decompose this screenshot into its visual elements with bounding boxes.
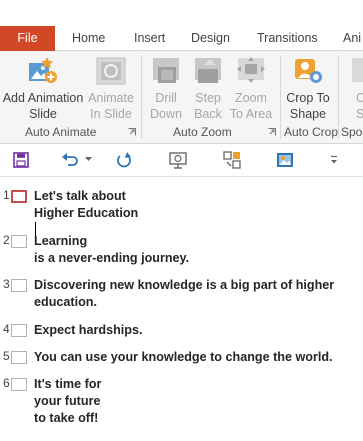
- add-animation-label-1: Add Animation: [2, 91, 84, 105]
- crop-to-shape-button[interactable]: Crop To Shape: [284, 55, 332, 122]
- spotlight-icon: [352, 58, 363, 82]
- slide-line: to take off!: [34, 411, 99, 425]
- add-animation-label-2: Slide: [29, 106, 57, 121]
- slide-thumbnail-icon[interactable]: [11, 279, 27, 292]
- zoom-to-area-label-1: Zoom: [235, 91, 267, 105]
- zoom-to-area-label-2: To Area: [229, 106, 273, 121]
- drill-down-label-1: Drill: [155, 91, 177, 105]
- picture-icon[interactable]: [275, 150, 295, 170]
- slide-line: Learning: [34, 234, 88, 248]
- tab-insert[interactable]: Insert: [134, 26, 165, 50]
- drill-down-button[interactable]: Drill Down: [145, 55, 187, 122]
- group-label-auto-animate: Auto Animate: [25, 125, 97, 139]
- slide-text[interactable]: It's time for your future to take off!: [34, 376, 354, 427]
- slide-line: education.: [34, 295, 97, 309]
- redo-icon[interactable]: [114, 150, 134, 170]
- chevron-down-icon[interactable]: [85, 157, 92, 162]
- slide-text[interactable]: Discovering new knowledge is a big part …: [34, 277, 354, 311]
- slide-line: is a never-ending journey.: [34, 251, 190, 265]
- undo-icon[interactable]: [60, 150, 80, 170]
- spotlight-label-2: S: [356, 106, 363, 121]
- tab-transitions[interactable]: Transitions: [257, 26, 318, 50]
- ribbon-tab-bar: File Home Insert Design Transitions Ani: [0, 0, 363, 51]
- slide-line: Higher Education: [34, 205, 354, 236]
- slideshow-icon[interactable]: [168, 150, 188, 170]
- save-icon[interactable]: [11, 150, 31, 170]
- group-separator: [280, 55, 281, 139]
- group-separator: [141, 55, 142, 139]
- group-separator: [338, 55, 339, 139]
- animate-in-slide-icon: [96, 57, 126, 85]
- outline-pane[interactable]: 1 Let's talk about Higher Education 2 Le…: [0, 177, 363, 441]
- slide-thumbnail-icon[interactable]: [11, 378, 27, 391]
- slide-line: your future: [34, 394, 101, 408]
- slide-text[interactable]: Let's talk about Higher Education: [34, 188, 354, 236]
- slide-line: It's time for: [34, 377, 102, 391]
- slide-line: Let's talk about: [34, 189, 126, 203]
- step-back-label-2: Back: [194, 106, 222, 121]
- crop-to-shape-label-1: Crop To: [286, 91, 330, 105]
- ribbon: Add Animation Slide Animate In Slide Dri…: [0, 51, 363, 144]
- group-label-auto-crop: Auto Crop: [284, 125, 339, 139]
- animate-in-slide-button[interactable]: Animate In Slide: [86, 55, 136, 122]
- animate-in-slide-label-2: In Slide: [90, 106, 132, 121]
- spotlight-label-1: C: [356, 91, 363, 105]
- step-back-icon: [195, 58, 221, 83]
- drill-down-icon: [153, 58, 179, 83]
- add-animation-slide-button[interactable]: Add Animation Slide: [0, 55, 86, 122]
- crop-to-shape-label-2: Shape: [289, 106, 327, 121]
- slide-thumbnail-icon[interactable]: [11, 351, 27, 364]
- slide-number: 3: [3, 277, 10, 291]
- drill-down-label-2: Down: [150, 106, 182, 121]
- add-animation-icon: [29, 57, 57, 83]
- slide-thumbnail-icon[interactable]: [11, 324, 27, 337]
- tab-design[interactable]: Design: [191, 26, 230, 50]
- slide-number: 1: [3, 188, 10, 202]
- quick-access-toolbar: [0, 144, 363, 177]
- zoom-to-area-icon: [237, 57, 265, 83]
- slide-thumbnail-icon[interactable]: [11, 190, 27, 203]
- slide-number: 6: [3, 376, 10, 390]
- slide-line: Expect hardships.: [34, 323, 143, 337]
- slide-text[interactable]: Expect hardships.: [34, 322, 354, 339]
- tab-home[interactable]: Home: [72, 26, 105, 50]
- group-label-spot: Spo: [341, 125, 363, 139]
- slide-line: You can use your knowledge to change the…: [34, 350, 333, 364]
- slide-line-text: Higher Education: [34, 206, 139, 220]
- compare-icon[interactable]: [222, 150, 242, 170]
- group-label-auto-zoom: Auto Zoom: [173, 125, 232, 139]
- step-back-button[interactable]: Step Back: [188, 55, 228, 122]
- slide-number: 2: [3, 233, 10, 247]
- spotlight-button[interactable]: C S: [342, 55, 363, 122]
- dialog-launcher-icon[interactable]: [268, 128, 276, 136]
- slide-number: 4: [3, 322, 10, 336]
- tab-file[interactable]: File: [0, 26, 55, 51]
- customize-icon[interactable]: [330, 155, 338, 165]
- animate-in-slide-label-1: Animate: [88, 91, 134, 105]
- slide-thumbnail-icon[interactable]: [11, 235, 27, 248]
- dialog-launcher-icon[interactable]: [128, 128, 136, 136]
- zoom-to-area-button[interactable]: Zoom To Area: [228, 55, 274, 122]
- slide-text[interactable]: Learning is a never-ending journey.: [34, 233, 354, 267]
- slide-number: 5: [3, 349, 10, 363]
- crop-to-shape-icon: [295, 59, 322, 83]
- step-back-label-1: Step: [195, 91, 221, 105]
- tab-animations[interactable]: Ani: [343, 26, 361, 50]
- slide-text[interactable]: You can use your knowledge to change the…: [34, 349, 354, 366]
- slide-line: Discovering new knowledge is a big part …: [34, 278, 335, 292]
